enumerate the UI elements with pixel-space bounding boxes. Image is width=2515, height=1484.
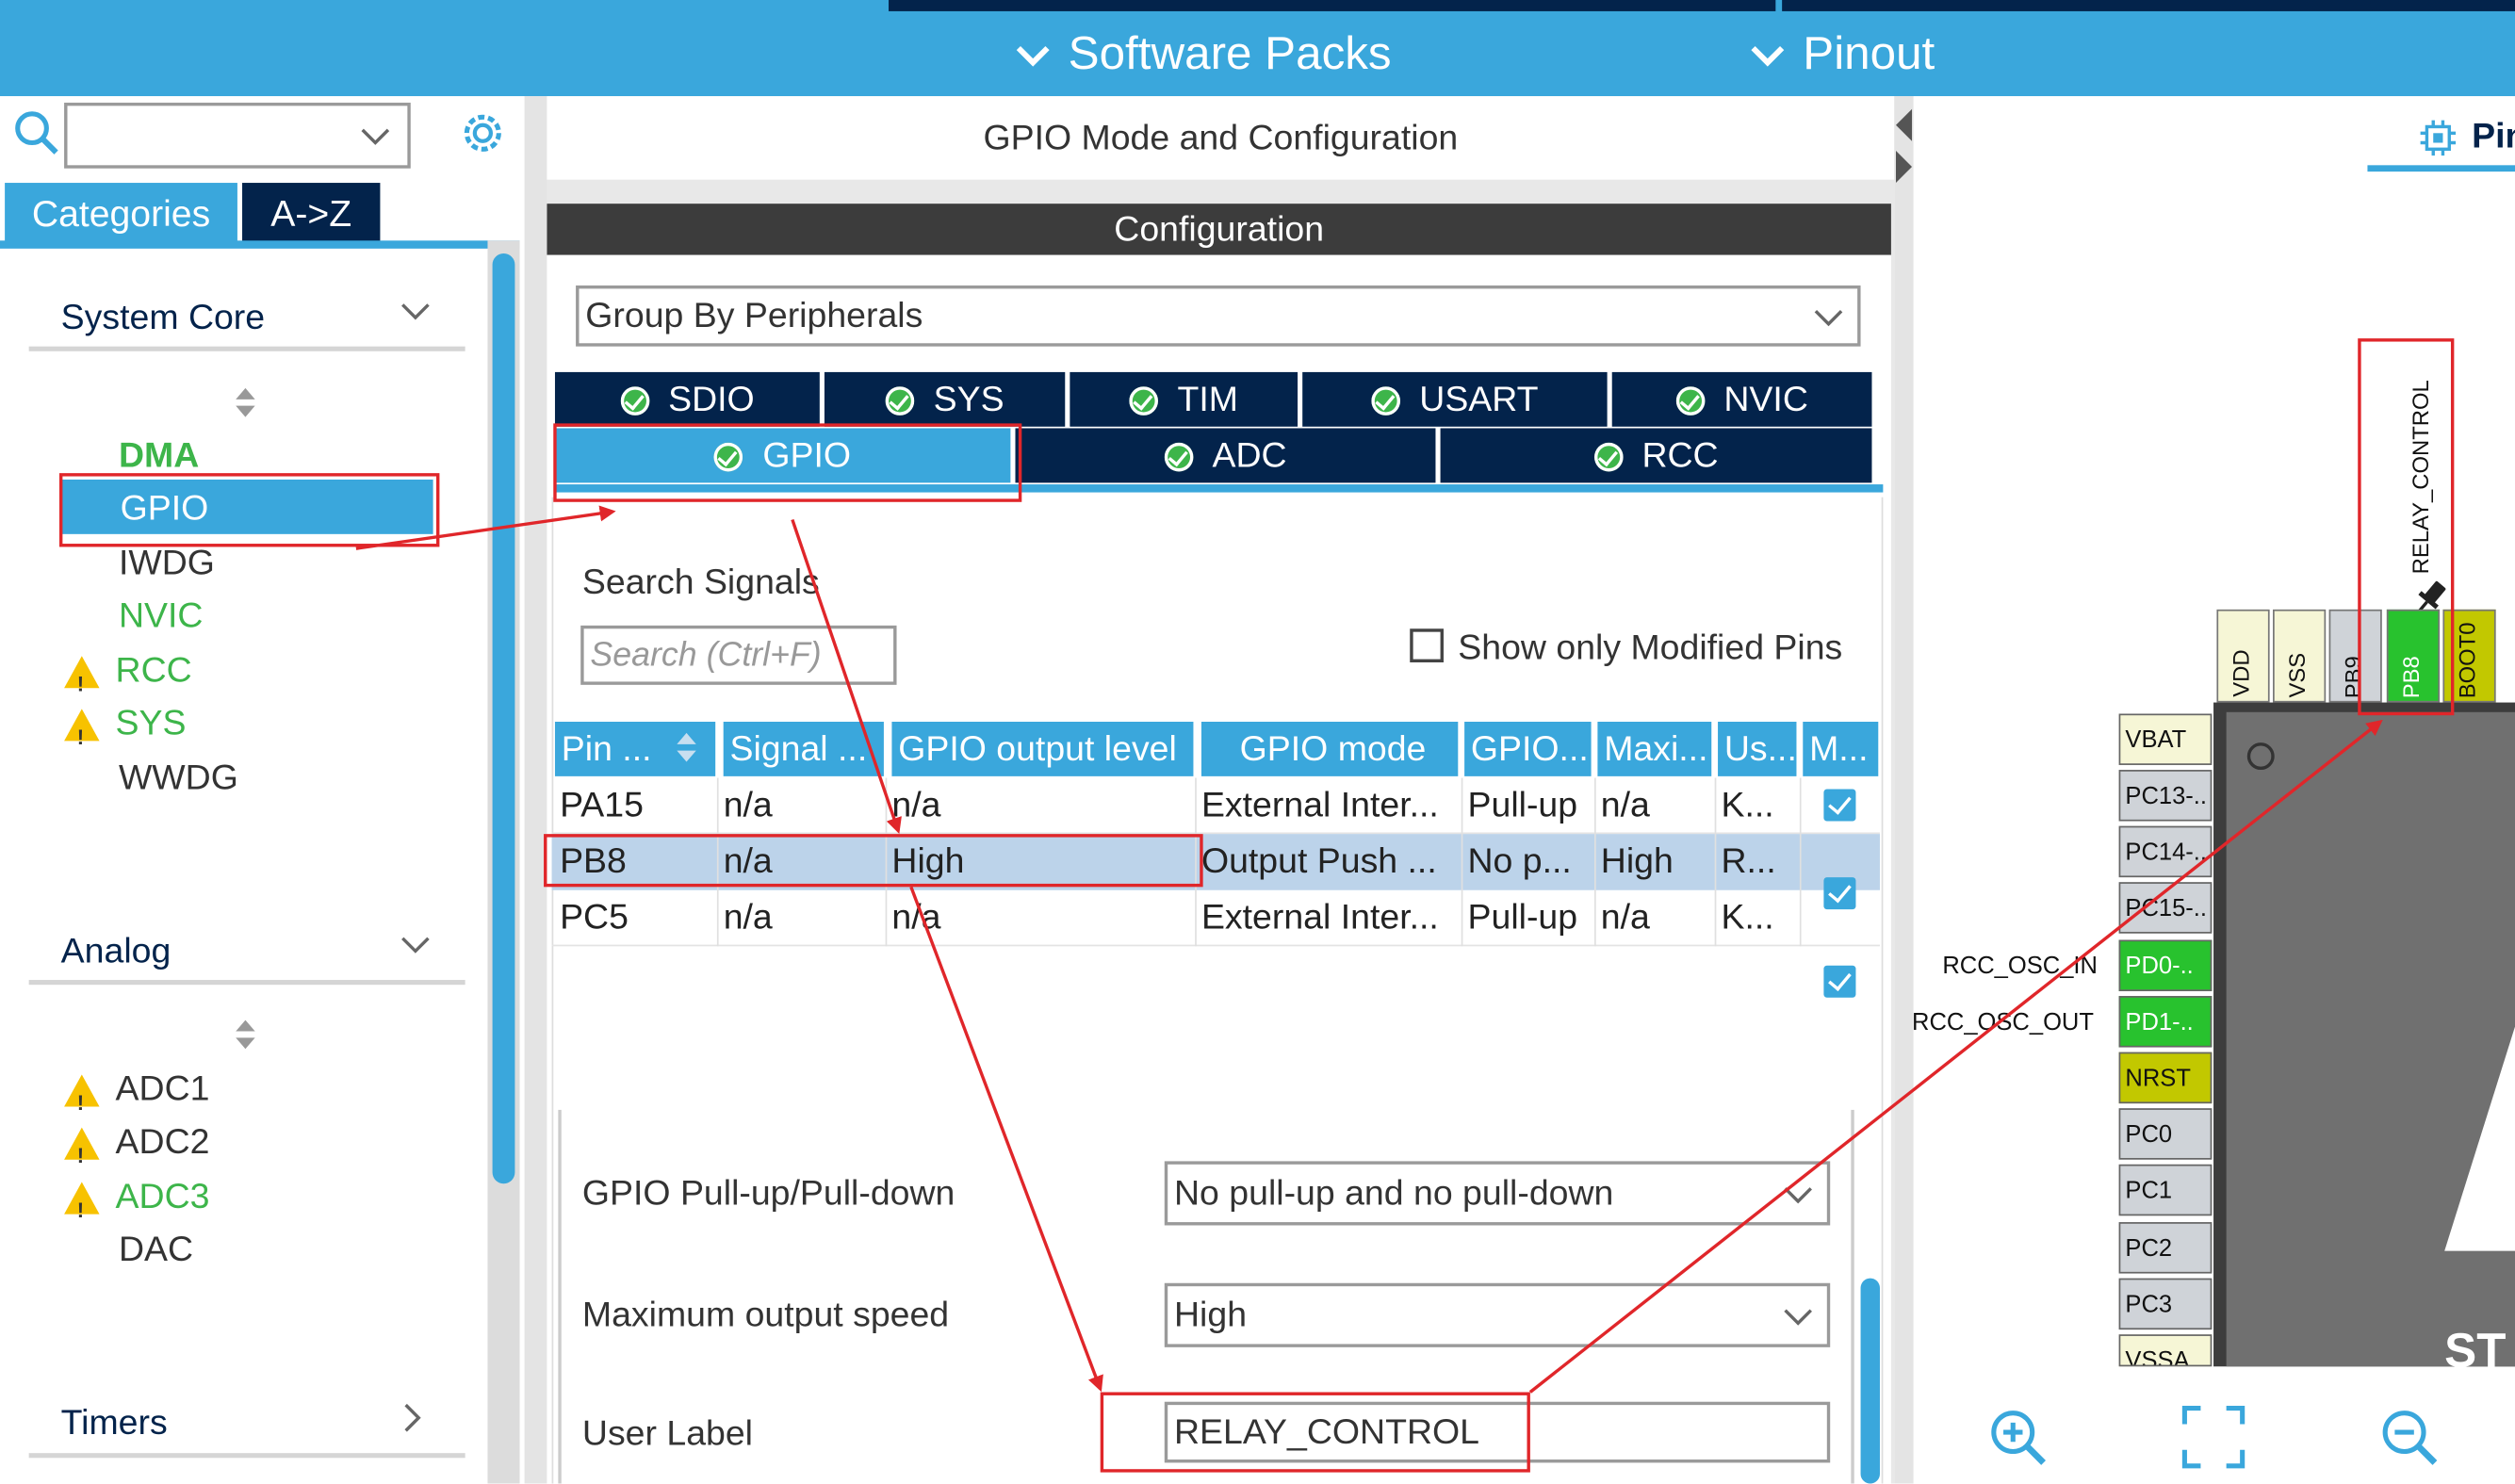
annotation-arrows <box>355 505 2383 1394</box>
